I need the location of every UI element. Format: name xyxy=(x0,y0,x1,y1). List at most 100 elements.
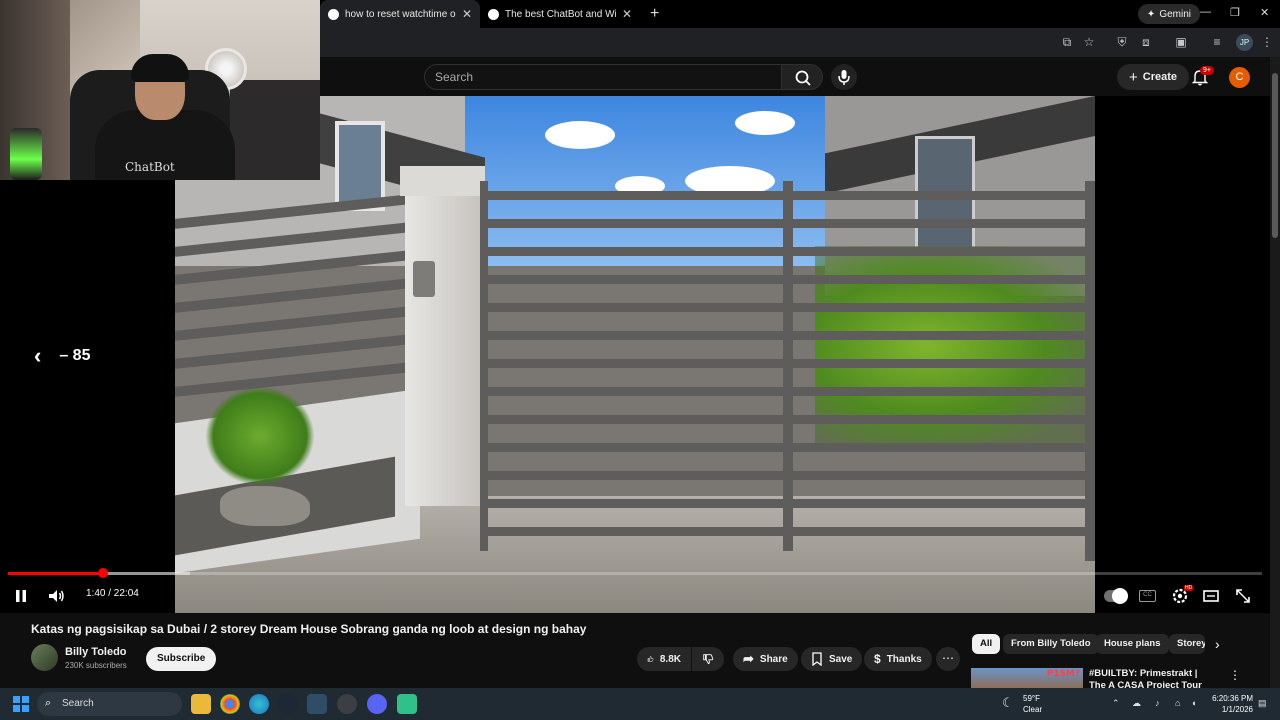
clock-date: 1/1/2026 xyxy=(1221,705,1253,714)
taskbar-search-label: Search xyxy=(62,698,94,709)
super-thanks-icon: $ xyxy=(874,652,881,666)
thanks-button[interactable]: $ Thanks xyxy=(864,647,932,671)
chevron-right-icon[interactable]: › xyxy=(1215,636,1220,652)
thumbs-up-icon xyxy=(647,656,654,662)
tab-title: The best ChatBot and Widgets xyxy=(505,8,616,20)
pause-button[interactable] xyxy=(10,585,32,607)
clock-time: 6:20:36 PM xyxy=(1212,694,1253,703)
video-title: Katas ng pagsisikap sa Dubai / 2 storey … xyxy=(31,622,587,636)
account-avatar[interactable]: C xyxy=(1229,67,1250,88)
bookmark-star-icon[interactable]: ☆ xyxy=(1082,35,1096,49)
search-icon xyxy=(795,70,811,86)
volume-button[interactable] xyxy=(45,585,67,607)
hd-badge: HD xyxy=(1184,585,1194,591)
chip-house-plans[interactable]: House plans xyxy=(1096,634,1169,654)
chrome-icon[interactable] xyxy=(220,694,240,714)
steam-client-icon[interactable] xyxy=(307,694,327,714)
chip-from-channel[interactable]: From Billy Toledo xyxy=(1003,634,1099,654)
shirt-print: ChatBot xyxy=(125,160,175,174)
theater-mode-button[interactable] xyxy=(1200,585,1222,607)
more-actions-button[interactable]: ⋯ xyxy=(936,647,960,671)
chip-storey[interactable]: Storey xyxy=(1169,634,1205,654)
notification-center-icon[interactable]: ▤ xyxy=(1258,698,1267,709)
media-control-icon[interactable]: ≡ xyxy=(1210,35,1224,49)
captions-button[interactable]: CC xyxy=(1139,590,1156,602)
obs-icon[interactable] xyxy=(337,694,357,714)
video-plant xyxy=(205,386,315,486)
scrollbar-thumb[interactable] xyxy=(1272,73,1278,238)
volume-icon xyxy=(49,590,64,602)
create-label: Create xyxy=(1142,71,1178,83)
network-icon[interactable]: ⌂ xyxy=(1175,698,1180,708)
chip-all[interactable]: All xyxy=(972,634,1001,654)
progress-scrubber-handle[interactable] xyxy=(97,568,108,578)
install-app-icon[interactable]: ⧉ xyxy=(1060,35,1074,49)
subscribe-button[interactable]: Subscribe xyxy=(146,647,217,671)
video-pillar xyxy=(400,166,485,506)
gemini-label: Gemini xyxy=(1159,8,1191,20)
voice-search-button[interactable] xyxy=(831,64,857,90)
discord-icon[interactable] xyxy=(367,694,387,714)
shield-icon[interactable]: ⛨ xyxy=(1115,35,1129,49)
autoplay-toggle[interactable] xyxy=(1104,588,1128,604)
fullscreen-button[interactable] xyxy=(1232,585,1254,607)
close-window-icon[interactable]: ✕ xyxy=(1260,6,1269,19)
like-button[interactable]: 8.8K xyxy=(637,647,691,671)
close-tab-icon[interactable]: ✕ xyxy=(622,7,632,21)
cast-icon[interactable]: ▣ xyxy=(1174,35,1188,49)
windows-taskbar: Search ⌕ ☾ 59°F Clear ⌃ ☁ ♪ ⌂ ◖ 6:20:36 … xyxy=(0,688,1280,720)
search-button[interactable] xyxy=(781,64,823,90)
recommended-video-menu-icon[interactable]: ⋮ xyxy=(1229,668,1241,682)
webcam-overlay: ChatBot xyxy=(0,0,320,180)
notepad-icon[interactable] xyxy=(397,694,417,714)
kebab-menu-icon[interactable]: ⋮ xyxy=(1260,35,1274,49)
dislike-button[interactable] xyxy=(692,647,724,671)
fullscreen-icon xyxy=(1236,589,1250,603)
taskbar-search-box[interactable]: Search xyxy=(37,692,182,716)
weather-description: Clear xyxy=(1023,705,1043,714)
progress-bar[interactable] xyxy=(8,568,1262,578)
taskbar-clock[interactable]: 6:20:36 PM 1/1/2026 xyxy=(1209,693,1253,715)
close-tab-icon[interactable]: ✕ xyxy=(462,7,472,21)
channel-name[interactable]: Billy Toledo xyxy=(65,646,127,658)
browser-tab-1[interactable]: how to reset watchtime on bot ✕ xyxy=(320,0,480,28)
extensions-icon[interactable]: ⧈ xyxy=(1139,35,1153,49)
onedrive-icon[interactable]: ☁ xyxy=(1132,698,1141,709)
microphone-tray-icon[interactable]: ♪ xyxy=(1155,698,1160,708)
thumbs-down-icon xyxy=(703,654,714,665)
player-controls: 1:40 / 22:04 CC HD xyxy=(0,581,1270,611)
steam-icon[interactable] xyxy=(278,694,298,714)
file-explorer-icon[interactable] xyxy=(191,694,211,714)
windows-start-icon[interactable] xyxy=(13,696,29,712)
microphone-icon xyxy=(838,70,850,85)
video-fence-left xyxy=(175,183,420,419)
browser-tab-bar: how to reset watchtime on bot ✕ The best… xyxy=(320,0,1280,28)
weather-widget[interactable]: 59°F Clear xyxy=(1023,693,1042,715)
google-favicon-icon xyxy=(328,8,339,20)
channel-row: Billy Toledo 230K subscribers Subscribe xyxy=(31,644,631,674)
profile-avatar[interactable]: JP xyxy=(1236,34,1253,51)
create-button[interactable]: + Create xyxy=(1117,64,1190,90)
video-rock xyxy=(220,486,310,526)
minimize-icon[interactable]: — xyxy=(1200,6,1211,18)
tab-title: how to reset watchtime on bot xyxy=(345,8,456,20)
channel-avatar[interactable] xyxy=(31,644,58,671)
speaker-icon[interactable]: ◖ xyxy=(1191,698,1196,708)
restore-icon[interactable]: ❐ xyxy=(1230,6,1240,19)
new-tab-button[interactable]: + xyxy=(640,5,669,23)
site-favicon-icon xyxy=(488,8,499,20)
tray-overflow-icon[interactable]: ⌃ xyxy=(1112,698,1120,709)
notification-count-badge: 9+ xyxy=(1200,66,1214,75)
recommended-video-thumbnail[interactable]: P15M? xyxy=(971,668,1083,688)
video-wall-light xyxy=(413,261,435,297)
edge-icon[interactable] xyxy=(249,694,269,714)
browser-tab-2[interactable]: The best ChatBot and Widgets ✕ xyxy=(480,0,640,28)
save-button[interactable]: Save xyxy=(801,647,863,671)
like-count: 8.8K xyxy=(659,653,681,665)
taskbar-search-icon: ⌕ xyxy=(45,697,52,709)
rgb-speaker xyxy=(10,128,42,180)
gemini-button[interactable]: ✦ Gemini xyxy=(1137,4,1200,24)
share-button[interactable]: ➦ Share xyxy=(733,647,798,671)
page-scrollbar[interactable] xyxy=(1270,57,1280,688)
search-input[interactable]: Search xyxy=(424,64,782,90)
